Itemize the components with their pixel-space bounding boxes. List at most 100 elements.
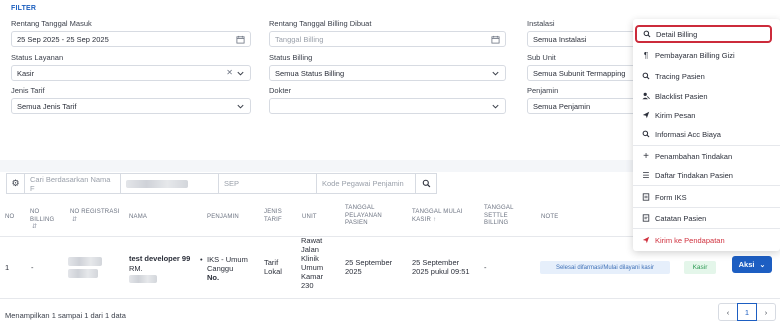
menu-divider: [633, 228, 780, 229]
menu-item-label: Tracing Pasien: [655, 71, 705, 81]
dokter-label: Dokter: [269, 86, 292, 95]
calendar-icon[interactable]: [236, 35, 245, 44]
cell-penjamin-2: Canggu: [207, 264, 234, 273]
dokter-filter: Dokter: [269, 86, 506, 114]
menu-divider: [633, 145, 780, 146]
chevron-down-icon: ⌄: [759, 261, 766, 269]
cell-unit-2: Jalan: [301, 245, 319, 254]
col-no-billing[interactable]: NO BILLING⇵: [30, 209, 60, 232]
menu-item-informasi-acc-biaya[interactable]: Informasi Acc Biaya: [633, 125, 780, 143]
menu-item-label: Kirim Pesan: [655, 110, 696, 120]
aksi-button[interactable]: Aksi ⌄: [732, 256, 772, 273]
note-badge: Selesai difarmasi/Mulai dilayani kasir: [540, 261, 670, 274]
instalasi-value: Semua Instalasi: [533, 34, 587, 44]
status-layanan-filter: Status Layanan Kasir ✕: [11, 53, 251, 81]
chevron-down-icon[interactable]: [236, 102, 245, 111]
sliders-icon: ⚙: [11, 178, 20, 188]
menu-item-label: Kirim ke Pendapatan: [655, 235, 725, 245]
search-icon: [642, 30, 652, 38]
next-page-button[interactable]: ›: [756, 303, 776, 321]
col-tanggal-mulai-kasir[interactable]: TANGGAL MULAI KASIR ↑: [412, 209, 472, 224]
dokter-select[interactable]: [269, 98, 506, 114]
cell-unit-1: Rawat: [301, 236, 323, 245]
tanggal-masuk-label: Rentang Tanggal Masuk: [11, 19, 92, 28]
send-icon: [641, 236, 651, 244]
jenis-tarif-filter: Jenis Tarif Semua Jenis Tarif: [11, 86, 251, 114]
sep-search-input[interactable]: SEP: [218, 173, 317, 194]
sub-unit-select[interactable]: Semua Subunit Termapping: [527, 65, 637, 81]
menu-item-blacklist-pasien[interactable]: Blacklist Pasien: [633, 87, 780, 105]
cell-no-registrasi-blurred: [68, 257, 102, 266]
chevron-down-icon[interactable]: [491, 69, 500, 78]
tanggal-masuk-value: 25 Sep 2025 - 25 Sep 2025: [17, 34, 109, 44]
tanggal-billing-input[interactable]: Tanggal Billing: [269, 31, 506, 47]
menu-item-label: Pembayaran Billing Gizi: [655, 50, 735, 60]
chevron-down-icon[interactable]: [491, 102, 500, 111]
status-layanan-select[interactable]: Kasir ✕: [11, 65, 251, 81]
col-unit: UNIT: [302, 214, 317, 220]
sub-unit-filter: Sub Unit Semua Subunit Termapping: [527, 53, 637, 81]
col-tanggal-pelayanan: TANGGAL PELAYANAN PASIEN: [345, 205, 382, 226]
status-billing-label: Status Billing: [269, 53, 313, 62]
menu-item-penambahan-tindakan[interactable]: + Penambahan Tindakan: [633, 147, 780, 165]
penjamin-label: Penjamin: [527, 86, 559, 95]
clear-icon[interactable]: ✕: [226, 69, 233, 77]
filter-settings-button[interactable]: ⚙: [6, 173, 25, 194]
pagination: ‹ 1 ›: [718, 303, 776, 321]
col-no-registrasi-label: NO REGISTRASI: [70, 209, 120, 215]
penjamin-select[interactable]: Semua Penjamin: [527, 98, 637, 114]
send-icon: [641, 111, 651, 119]
search-button[interactable]: [415, 173, 437, 194]
list-icon: ☰: [642, 170, 650, 180]
menu-item-kirim-pesan[interactable]: Kirim Pesan: [633, 106, 780, 124]
menu-divider: [633, 185, 780, 186]
bullet-icon: •: [200, 255, 203, 264]
name-search-input[interactable]: Cari Berdasarkan Nama F: [24, 173, 121, 194]
col-no-registrasi[interactable]: NO REGISTRASI⇵: [70, 209, 125, 224]
col-tanggal-mulai-kasir-label: TANGGAL MULAI KASIR: [412, 209, 463, 223]
filter-title: FILTER: [11, 5, 37, 12]
user-block-icon: [641, 92, 651, 100]
cell-tanggal-pelayanan-1: 25 September: [345, 258, 393, 267]
pagination-summary: Menampilkan 1 sampai 1 dari 1 data: [5, 311, 126, 320]
instalasi-label: Instalasi: [527, 19, 555, 28]
cell-rm: RM.: [129, 264, 143, 273]
chevron-down-icon[interactable]: [236, 69, 245, 78]
menu-item-catatan-pasien[interactable]: Catatan Pasien: [633, 209, 780, 227]
jenis-tarif-select[interactable]: Semua Jenis Tarif: [11, 98, 251, 114]
prev-page-button[interactable]: ‹: [718, 303, 738, 321]
status-billing-value: Semua Status Billing: [275, 68, 345, 78]
menu-item-label: Informasi Acc Biaya: [655, 129, 721, 139]
menu-item-label: Penambahan Tindakan: [655, 151, 733, 161]
menu-item-tracing-pasien[interactable]: Tracing Pasien: [633, 67, 780, 85]
sort-icon: ⇵: [32, 224, 38, 230]
instalasi-filter: Instalasi Semua Instalasi: [527, 19, 637, 47]
registration-search-input[interactable]: [120, 173, 219, 194]
cell-tanggal-pelayanan-2: 2025: [345, 267, 362, 276]
sub-unit-value: Semua Subunit Termapping: [533, 68, 626, 78]
kode-pegawai-placeholder: Kode Pegawai Penjamin: [322, 179, 404, 188]
col-no-billing-label: NO BILLING: [30, 209, 55, 223]
cell-tanggal-settle: -: [484, 263, 487, 272]
cell-no-billing: -: [31, 263, 34, 272]
menu-item-daftar-tindakan-pasien[interactable]: ☰ Daftar Tindakan Pasien: [633, 166, 780, 184]
cell-jenis-tarif-2: Lokal: [264, 267, 282, 276]
tanggal-masuk-input[interactable]: 25 Sep 2025 - 25 Sep 2025: [11, 31, 251, 47]
col-penjamin: PENJAMIN: [207, 214, 239, 220]
instalasi-select[interactable]: Semua Instalasi: [527, 31, 637, 47]
sep-placeholder: SEP: [224, 179, 240, 188]
calendar-icon[interactable]: [491, 35, 500, 44]
page-1-button[interactable]: 1: [737, 303, 757, 321]
menu-item-kirim-ke-pendapatan[interactable]: Kirim ke Pendapatan: [633, 231, 780, 249]
sort-asc-icon: ↑: [433, 216, 437, 223]
menu-item-pembayaran-billing-gizi[interactable]: ¶ Pembayaran Billing Gizi: [633, 46, 780, 64]
menu-item-detail-billing[interactable]: Detail Billing: [635, 25, 772, 43]
notes-icon: [641, 214, 651, 222]
action-menu: Detail Billing ¶ Pembayaran Billing Gizi…: [633, 19, 780, 251]
sub-unit-label: Sub Unit: [527, 53, 556, 62]
status-billing-select[interactable]: Semua Status Billing: [269, 65, 506, 81]
penjamin-filter: Penjamin Semua Penjamin: [527, 86, 637, 114]
kode-pegawai-input[interactable]: Kode Pegawai Penjamin: [316, 173, 416, 194]
menu-item-form-iks[interactable]: Form IKS: [633, 188, 780, 206]
tanggal-billing-filter: Rentang Tanggal Billing Dibuat Tanggal B…: [269, 19, 506, 47]
